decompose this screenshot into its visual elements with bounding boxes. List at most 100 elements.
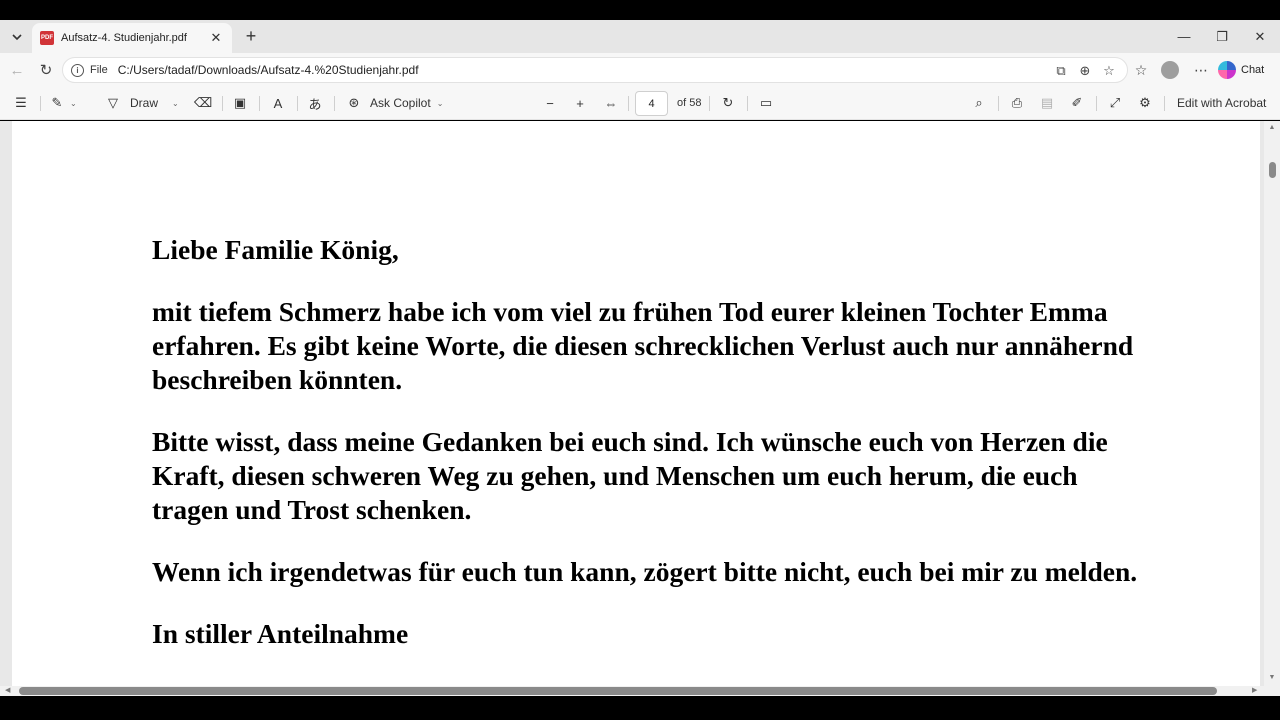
pdf-viewer[interactable]: Liebe Familie König, mit tiefem Schmerz … [0, 121, 1280, 686]
fit-to-width-button[interactable]: ⇔ [602, 92, 620, 114]
read-aloud-button[interactable]: A [269, 92, 287, 114]
translate-icon[interactable]: ⧉ [1051, 61, 1071, 81]
page-view-button[interactable]: ▭ [757, 92, 775, 114]
erase-button[interactable]: ⌫ [194, 92, 212, 114]
tab-strip: PDF Aufsatz-4. Studienjahr.pdf ✕ + — ❐ ✕ [0, 20, 1280, 53]
copilot-icon [1218, 61, 1236, 79]
chevron-down-icon[interactable]: ⌄ [70, 99, 77, 108]
letter-greeting: Liebe Familie König, [152, 234, 399, 265]
plus-icon: + [576, 95, 584, 111]
draw-label: Draw [130, 96, 159, 110]
save-as-icon: ✐ [1071, 95, 1083, 110]
horizontal-scrollbar[interactable]: ◀ ▶ [0, 686, 1280, 696]
text-box-icon: ▣ [233, 95, 247, 110]
zoom-icon[interactable]: ⊕ [1075, 61, 1095, 81]
list-icon: ☰ [15, 95, 27, 110]
scroll-up-icon[interactable]: ▲ [1267, 124, 1277, 134]
print-icon: ⎙ [1011, 95, 1023, 110]
divider [998, 96, 999, 111]
gear-icon: ⚙ [1139, 95, 1151, 110]
fit-width-icon: ⇔ [604, 95, 618, 111]
pdf-page: Liebe Familie König, mit tiefem Schmerz … [12, 121, 1260, 686]
more-options-icon[interactable]: ⋯ [1189, 59, 1213, 81]
divider [334, 96, 335, 111]
active-tab[interactable]: PDF Aufsatz-4. Studienjahr.pdf ✕ [32, 23, 232, 53]
vertical-scrollbar[interactable]: ▲ ▼ [1264, 121, 1280, 686]
divider [1164, 96, 1165, 111]
zoom-out-button[interactable]: − [541, 92, 559, 114]
new-tab-button[interactable]: + [241, 26, 261, 46]
divider [297, 96, 298, 111]
divider [259, 96, 260, 111]
minimize-button[interactable]: — [1165, 20, 1203, 53]
highlight-button[interactable]: ✎ ⌄ [48, 92, 77, 114]
read-aloud-icon: A [273, 95, 283, 111]
divider [222, 96, 223, 111]
page-number-input[interactable]: 4 [635, 91, 668, 116]
page-view-icon: ▭ [759, 95, 773, 110]
close-window-button[interactable]: ✕ [1241, 20, 1279, 53]
tab-actions-button[interactable] [6, 26, 28, 48]
page-count-label: of 58 [677, 97, 702, 109]
scroll-left-icon[interactable]: ◀ [5, 686, 10, 694]
divider [747, 96, 748, 111]
divider [628, 96, 629, 111]
back-button[interactable]: ← [6, 59, 28, 81]
pen-icon: ▽ [108, 95, 118, 110]
print-button[interactable]: ⎙ [1008, 92, 1026, 114]
scroll-down-icon[interactable]: ▼ [1267, 674, 1277, 684]
scroll-right-icon[interactable]: ▶ [1252, 686, 1257, 694]
save-icon: ▤ [1040, 95, 1054, 110]
address-toolbar: ← ↻ i File C:/Users/tadaf/Downloads/Aufs… [0, 53, 1280, 87]
ask-copilot-button[interactable]: ⊛ Ask Copilot ⌄ [345, 92, 444, 114]
divider [1096, 96, 1097, 111]
rotate-button[interactable]: ↻ [719, 92, 737, 114]
translate-button[interactable]: あ [306, 92, 324, 114]
draw-button[interactable]: ▽ Draw ⌄ [104, 92, 179, 114]
text-box-button[interactable]: ▣ [231, 92, 249, 114]
divider [40, 96, 41, 111]
chevron-down-icon[interactable]: ⌄ [172, 99, 179, 108]
restore-button[interactable]: ❐ [1203, 20, 1241, 53]
url-text[interactable]: C:/Users/tadaf/Downloads/Aufsatz-4.%20St… [118, 63, 419, 77]
save-button[interactable]: ▤ [1038, 92, 1056, 114]
contents-button[interactable]: ☰ [12, 92, 30, 114]
profile-avatar[interactable] [1161, 61, 1179, 79]
vertical-scroll-thumb[interactable] [1269, 162, 1276, 178]
search-icon: ⌕ [975, 95, 983, 110]
translate-icon: あ [308, 96, 322, 112]
highlighter-icon: ✎ [51, 95, 63, 110]
chevron-down-icon [12, 34, 22, 41]
letter-text: Liebe Familie König, mit tiefem Schmerz … [152, 233, 1142, 679]
fullscreen-button[interactable]: ⤢ [1106, 92, 1124, 114]
info-icon[interactable]: i [71, 63, 84, 77]
letter-paragraph: Wenn ich irgendetwas für euch tun kann, … [152, 556, 1138, 587]
eraser-icon: ⌫ [193, 95, 213, 110]
copilot-chat-button[interactable]: Chat [1218, 59, 1274, 81]
letter-paragraph: Bitte wisst, dass meine Gedanken bei euc… [152, 426, 1108, 525]
search-button[interactable]: ⌕ [970, 92, 988, 114]
pdf-toolbar: ☰ ✎ ⌄ ▽ Draw ⌄ ⌫ ▣ A あ ⊛ Ask Copilot ⌄ − … [0, 87, 1280, 120]
favorite-star-icon[interactable]: ☆ [1099, 61, 1119, 81]
ask-copilot-label: Ask Copilot [370, 96, 431, 110]
letter-paragraph: mit tiefem Schmerz habe ich vom viel zu … [152, 296, 1134, 395]
minus-icon: − [546, 95, 554, 111]
refresh-button[interactable]: ↻ [35, 59, 57, 81]
pdf-icon: PDF [40, 31, 54, 45]
tab-title: Aufsatz-4. Studienjahr.pdf [61, 32, 187, 44]
favorites-button[interactable]: ☆ [1129, 59, 1153, 81]
close-tab-icon[interactable]: ✕ [208, 30, 224, 46]
divider [709, 96, 710, 111]
horizontal-scroll-thumb[interactable] [19, 687, 1217, 695]
chat-label: Chat [1241, 64, 1265, 76]
chevron-down-icon[interactable]: ⌄ [437, 99, 444, 108]
address-bar[interactable]: i File C:/Users/tadaf/Downloads/Aufsatz-… [62, 57, 1128, 83]
zoom-in-button[interactable]: + [571, 92, 589, 114]
scheme-label: File [90, 64, 108, 76]
expand-icon: ⤢ [1109, 95, 1121, 110]
settings-button[interactable]: ⚙ [1136, 92, 1154, 114]
edit-with-acrobat-button[interactable]: Edit with Acrobat [1177, 92, 1266, 114]
save-as-button[interactable]: ✐ [1068, 92, 1086, 114]
rotate-icon: ↻ [722, 95, 734, 110]
letter-closing: In stiller Anteilnahme [152, 618, 409, 649]
